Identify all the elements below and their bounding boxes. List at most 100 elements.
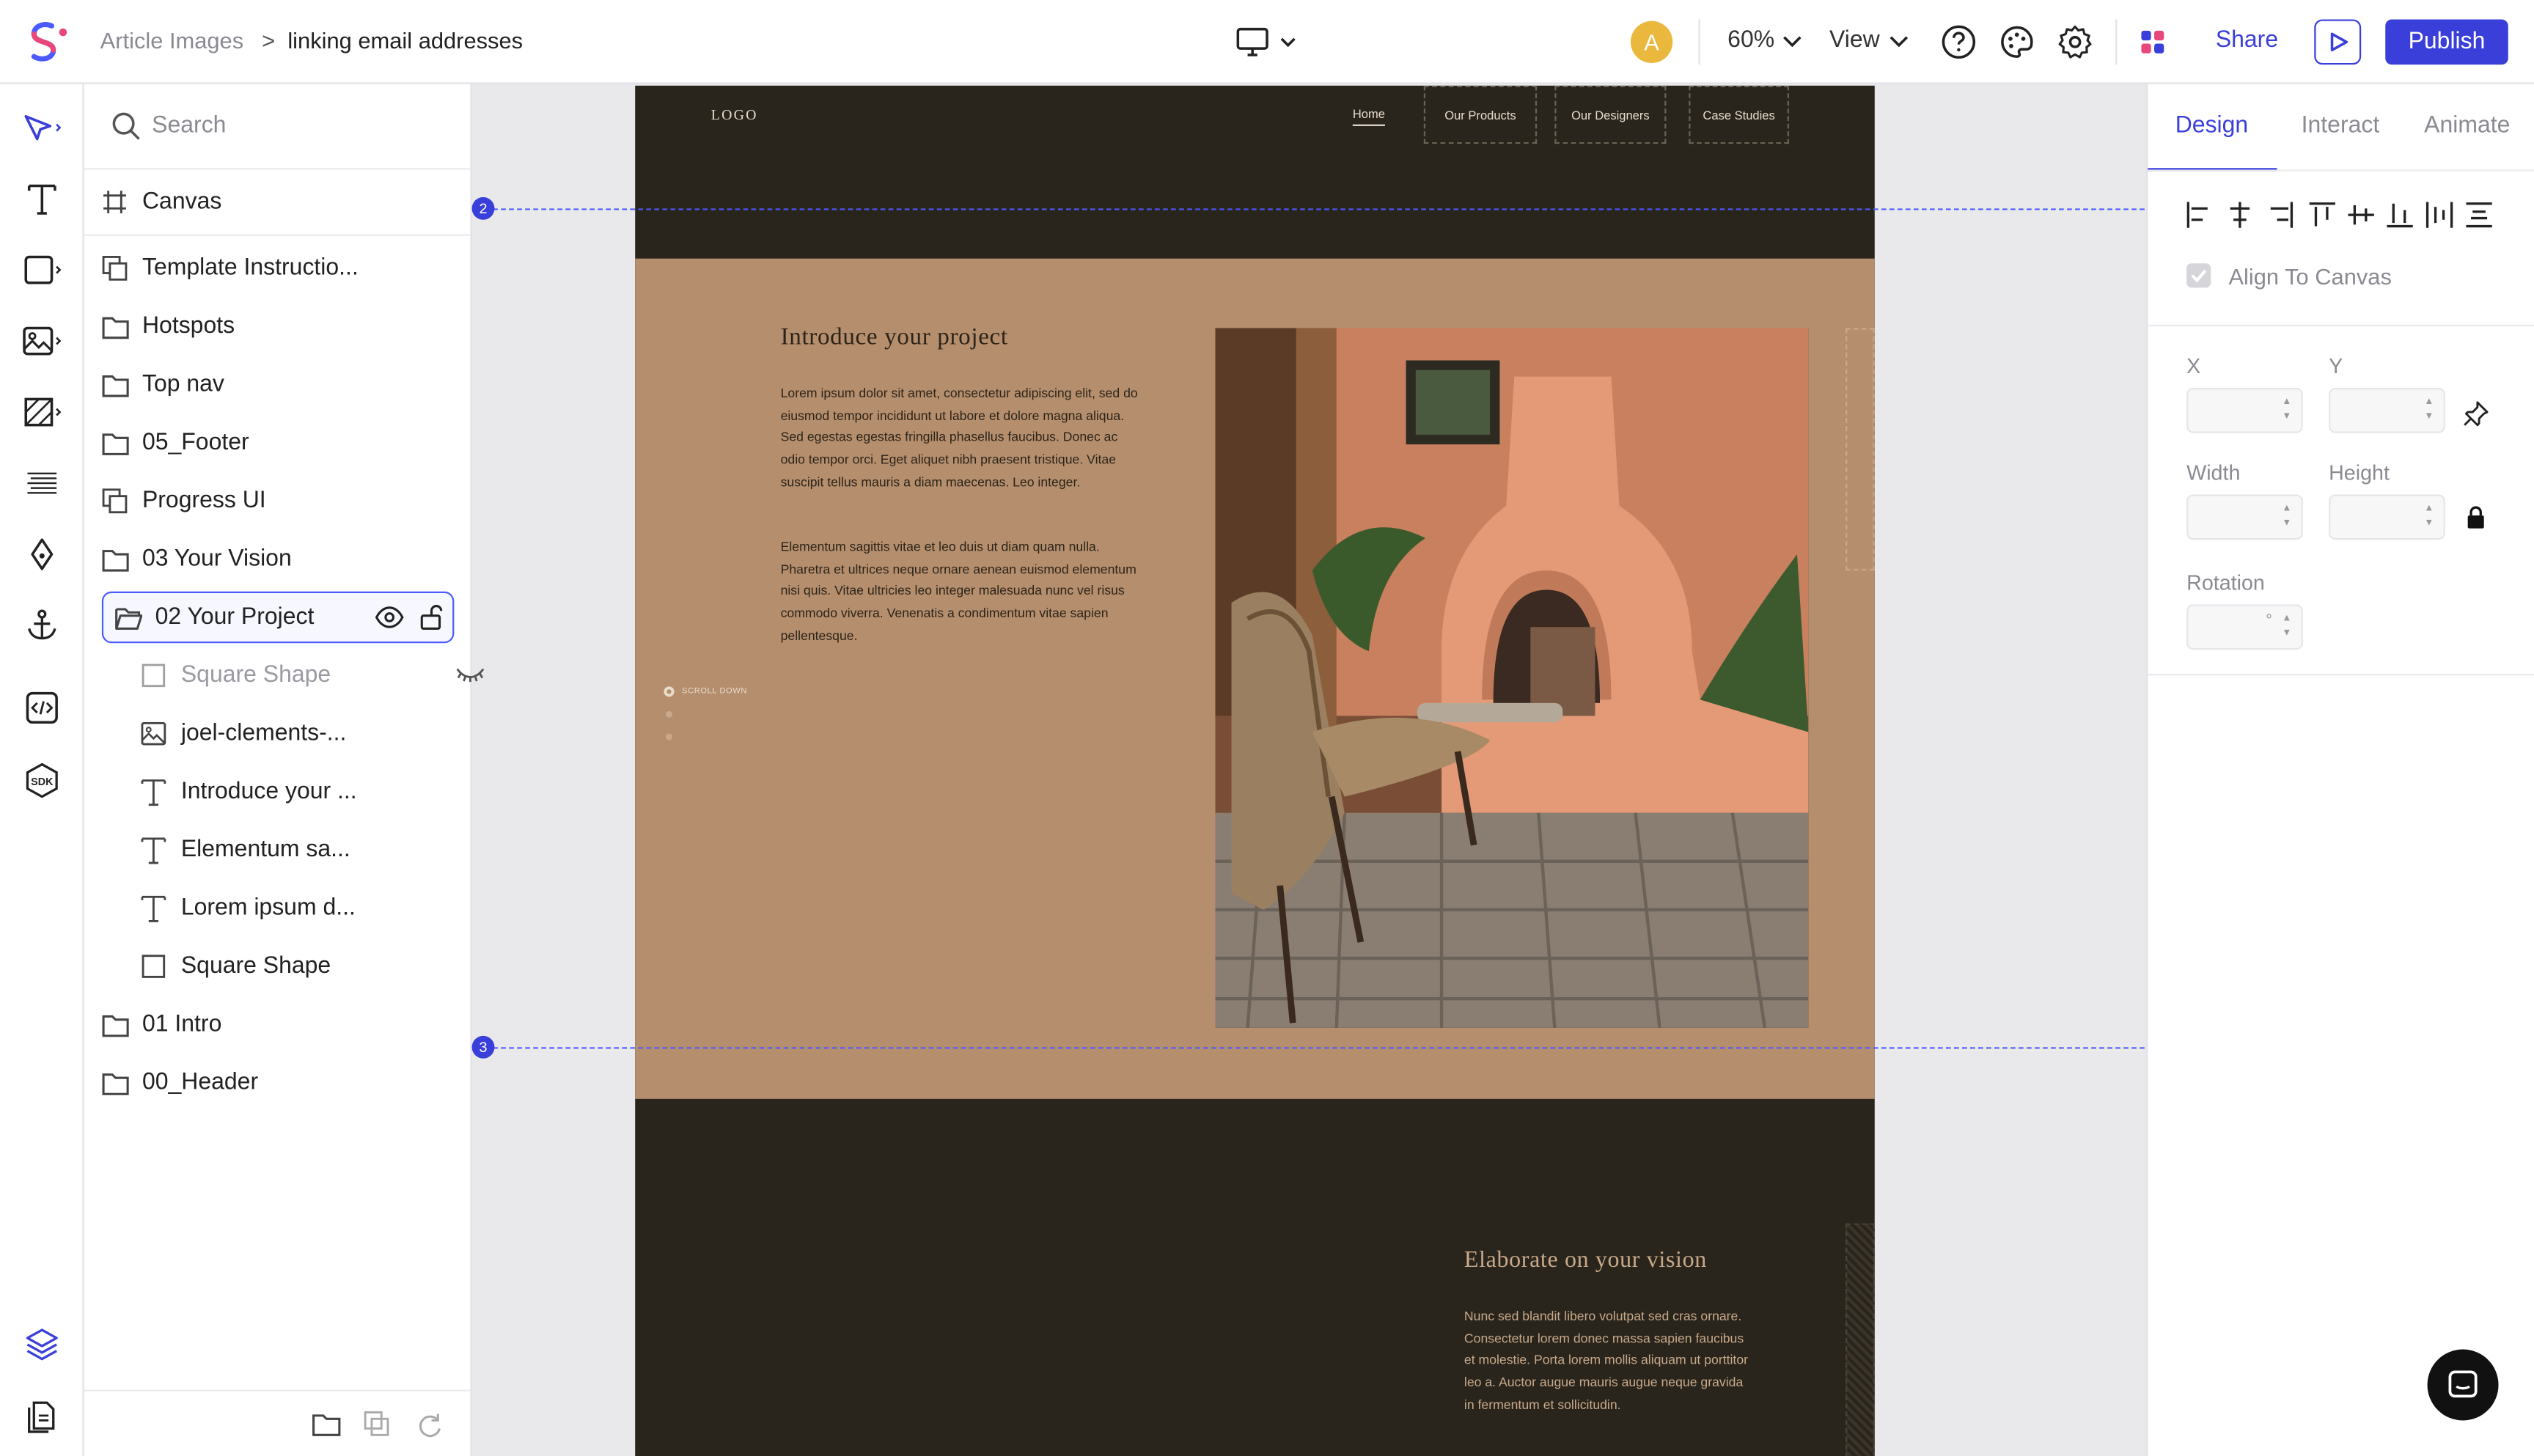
layer-item[interactable]: 02 Your Project <box>101 591 455 644</box>
artboard[interactable]: LOGO Home Our Products Our Designers Cas… <box>635 85 1875 1456</box>
section-title[interactable]: Introduce your project <box>781 325 1008 352</box>
layer-item[interactable]: Introduce your ... <box>139 766 456 818</box>
help-icon[interactable] <box>1939 23 1978 62</box>
site-logo[interactable]: LOGO <box>711 106 758 122</box>
section-paragraph-1[interactable]: Lorem ipsum dolor sit amet, consectetur … <box>781 383 1143 493</box>
chat-launcher-button[interactable] <box>2427 1349 2499 1421</box>
y-field[interactable]: ▲ ▼ <box>2329 388 2445 433</box>
layer-label: Top nav <box>142 371 224 398</box>
layers-footer <box>84 1389 471 1456</box>
pin-icon[interactable] <box>2463 401 2489 427</box>
layer-item[interactable]: Progress UI <box>100 475 456 527</box>
tab-animate[interactable]: Animate <box>2424 113 2510 139</box>
visibility-eye-icon[interactable] <box>375 606 404 636</box>
layer-item[interactable]: joel-clements-... <box>139 707 456 760</box>
tab-design[interactable]: Design <box>2175 113 2248 139</box>
chevron-down-icon[interactable] <box>1890 34 1909 50</box>
hotspot-frame[interactable] <box>1846 328 1875 571</box>
new-folder-icon[interactable] <box>312 1411 341 1436</box>
section-paragraph-2[interactable]: Elementum sagittis vitae et leo duis ut … <box>781 537 1143 647</box>
component-icon <box>100 254 130 283</box>
text-icon <box>139 777 169 806</box>
align-to-canvas-label: Align To Canvas <box>2228 263 2392 290</box>
pages-icon[interactable] <box>21 1394 63 1436</box>
breadcrumb-parent[interactable]: Article Images <box>100 27 244 53</box>
layer-item[interactable]: Square Shape <box>139 941 456 993</box>
image-tool-icon[interactable] <box>21 320 63 361</box>
publish-button[interactable]: Publish <box>2385 19 2508 65</box>
nav-home[interactable]: Home <box>1352 106 1385 126</box>
layer-item[interactable]: Lorem ipsum d... <box>139 882 456 934</box>
layer-item[interactable]: Template Instructio... <box>100 243 456 295</box>
zoom-level[interactable]: 60% <box>1727 27 1774 53</box>
tool-rail: SDK <box>0 84 84 1456</box>
guide-line[interactable] <box>485 1047 2145 1049</box>
palette-icon[interactable] <box>1997 23 2036 62</box>
image-icon <box>139 719 169 749</box>
nav-our-designers[interactable]: Our Designers <box>1554 85 1667 144</box>
layer-item[interactable]: Elementum sa... <box>139 824 456 876</box>
vision-title[interactable]: Elaborate on your vision <box>1464 1248 1707 1275</box>
search-input[interactable]: Search <box>152 113 226 139</box>
align-tools-icon[interactable] <box>2185 200 2500 229</box>
tab-interact[interactable]: Interact <box>2302 113 2380 139</box>
width-field[interactable]: ▲ ▼ <box>2186 494 2303 540</box>
square-icon <box>139 661 169 691</box>
layer-label: Hotspots <box>142 313 235 339</box>
degree-unit: ° <box>2266 612 2272 630</box>
gear-icon[interactable] <box>2056 23 2095 62</box>
lock-icon[interactable] <box>2466 506 2485 530</box>
pen-tool-icon[interactable] <box>21 533 63 575</box>
unlock-icon[interactable] <box>420 604 443 636</box>
device-switcher[interactable] <box>1235 23 1299 62</box>
view-menu[interactable]: View <box>1829 27 1880 53</box>
layer-item[interactable]: Hotspots <box>100 301 456 353</box>
layer-item[interactable]: 03 Your Vision <box>100 533 456 585</box>
folder-icon <box>100 312 130 341</box>
vision-paragraph[interactable]: Nunc sed blandit libero volutpat sed cra… <box>1464 1306 1755 1416</box>
guide-badge[interactable]: 3 <box>471 1035 495 1059</box>
select-tool-icon[interactable] <box>21 106 63 148</box>
project-section[interactable]: Introduce your project Lorem ipsum dolor… <box>635 258 1875 1099</box>
layer-label: Template Instructio... <box>142 255 359 282</box>
mask-tool-icon[interactable] <box>21 391 63 433</box>
anchor-icon[interactable] <box>21 604 63 646</box>
text-tool-icon[interactable] <box>21 177 63 219</box>
rotation-field[interactable]: ° ▲ ▼ <box>2186 604 2303 650</box>
layer-item[interactable]: Square Shape <box>139 650 485 702</box>
shape-tool-icon[interactable] <box>21 249 63 290</box>
scroll-indicator[interactable]: SCROLL DOWN <box>663 685 746 758</box>
hatch-tool-icon[interactable] <box>21 462 63 504</box>
top-bar: Article Images > linking email addresses… <box>0 0 2534 84</box>
hidden-eye-icon[interactable] <box>456 664 485 690</box>
layers-search[interactable]: Search <box>84 84 471 170</box>
chevron-down-icon[interactable] <box>1782 34 1802 50</box>
avatar[interactable]: A <box>1630 21 1673 63</box>
nav-case-studies[interactable]: Case Studies <box>1689 85 1789 144</box>
nav-our-products[interactable]: Our Products <box>1423 85 1538 144</box>
divider <box>84 234 471 236</box>
apps-icon[interactable] <box>2133 23 2172 62</box>
code-embed-icon[interactable] <box>21 687 63 729</box>
layer-item[interactable]: 00_Header <box>100 1057 456 1109</box>
align-to-canvas-checkbox[interactable] <box>2186 263 2211 288</box>
x-field[interactable]: ▲ ▼ <box>2186 388 2303 433</box>
layer-canvas[interactable]: Canvas <box>100 176 456 228</box>
preview-button[interactable] <box>2314 19 2362 65</box>
breadcrumb-current: linking email addresses <box>287 27 524 54</box>
component-icon[interactable] <box>364 1411 389 1436</box>
sdk-icon[interactable]: SDK <box>21 760 63 801</box>
guide-line[interactable] <box>485 208 2145 210</box>
share-button[interactable]: Share <box>2216 27 2278 53</box>
layers-icon[interactable] <box>21 1323 63 1365</box>
height-field[interactable]: ▲ ▼ <box>2329 494 2445 540</box>
project-photo[interactable] <box>1215 328 1809 1028</box>
layer-item[interactable]: 05_Footer <box>100 417 456 469</box>
layer-item[interactable]: 01 Intro <box>100 999 456 1051</box>
guide-badge[interactable]: 2 <box>471 196 495 220</box>
refresh-icon[interactable] <box>415 1411 442 1438</box>
app-logo-icon[interactable] <box>23 19 71 65</box>
hatched-shape[interactable] <box>1846 1223 1875 1456</box>
layer-label: 05_Footer <box>142 430 249 456</box>
layer-item[interactable]: Top nav <box>100 359 456 411</box>
